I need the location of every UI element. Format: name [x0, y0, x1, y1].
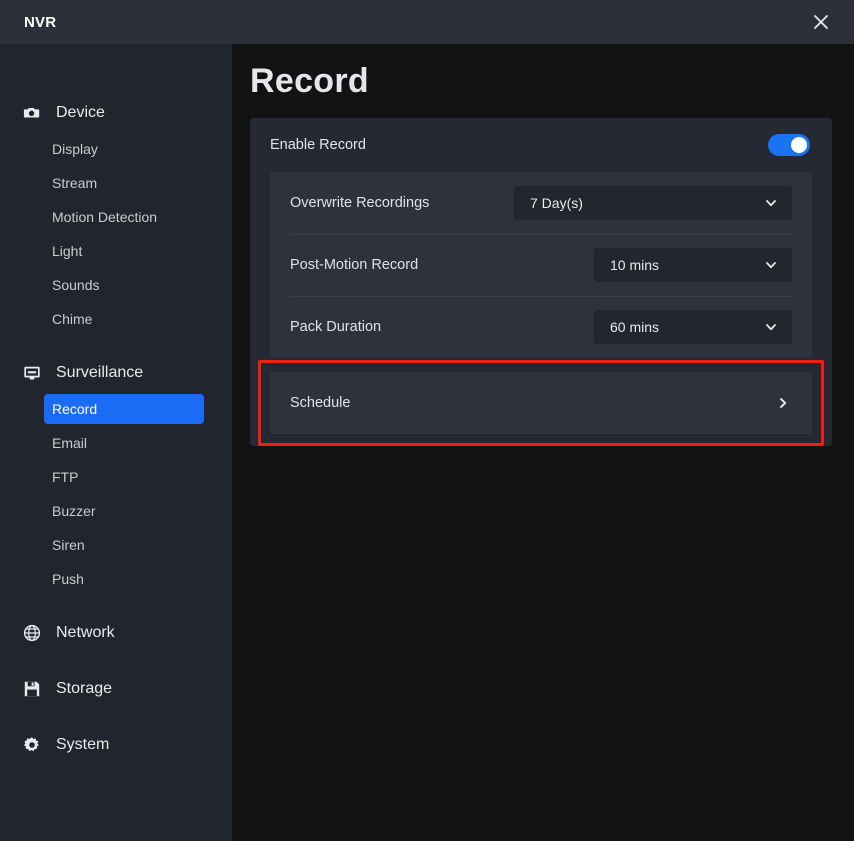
sidebar-group-label: Storage	[56, 680, 113, 697]
chevron-down-icon	[764, 196, 778, 210]
overwrite-recordings-select[interactable]: 7 Day(s)	[514, 186, 792, 220]
sidebar-item-label: Stream	[52, 175, 98, 191]
close-icon	[811, 12, 831, 32]
sidebar-item-label: FTP	[52, 469, 79, 485]
sidebar-subitems-surveillance: Record Email FTP Buzzer Siren Push	[0, 394, 232, 594]
chevron-down-icon	[764, 258, 778, 272]
sidebar-item-label: Record	[52, 401, 98, 417]
sidebar-item-record[interactable]: Record	[44, 394, 204, 424]
toggle-knob	[791, 137, 807, 153]
sidebar-item-email[interactable]: Email	[44, 428, 204, 458]
sidebar-group-label: Device	[56, 104, 105, 121]
main-content: Record Enable Record Overwrite Recording…	[232, 44, 854, 841]
enable-record-label: Enable Record	[270, 137, 366, 153]
overwrite-recordings-label: Overwrite Recordings	[290, 195, 430, 211]
post-motion-record-select[interactable]: 10 mins	[594, 248, 792, 282]
sidebar-item-ftp[interactable]: FTP	[44, 462, 204, 492]
monitor-icon	[22, 363, 42, 383]
overwrite-recordings-row: Overwrite Recordings 7 Day(s)	[270, 172, 812, 234]
sidebar-item-label: Buzzer	[52, 503, 96, 519]
sidebar-item-display[interactable]: Display	[44, 134, 204, 164]
nvr-settings-window: NVR Device Display Stream Motion Detecti…	[0, 0, 854, 841]
select-value: 10 mins	[610, 257, 660, 273]
sidebar-item-light[interactable]: Light	[44, 236, 204, 266]
select-value: 60 mins	[610, 319, 660, 335]
sidebar-item-push[interactable]: Push	[44, 564, 204, 594]
sidebar-item-chime[interactable]: Chime	[44, 304, 204, 334]
enable-record-row: Enable Record	[250, 118, 832, 172]
sidebar-group-network[interactable]: Network	[0, 616, 232, 650]
sidebar-item-label: Push	[52, 571, 84, 587]
chevron-down-icon	[764, 320, 778, 334]
globe-icon	[22, 623, 42, 643]
sidebar-item-siren[interactable]: Siren	[44, 530, 204, 560]
sidebar-item-motion-detection[interactable]: Motion Detection	[44, 202, 204, 232]
sidebar-item-label: Email	[52, 435, 88, 451]
sidebar-group-label: Network	[56, 624, 115, 641]
window-title: NVR	[24, 13, 57, 31]
schedule-section: Schedule	[258, 360, 824, 446]
sidebar-item-label: Siren	[52, 537, 85, 553]
settings-group: Overwrite Recordings 7 Day(s) Post-Motio…	[270, 172, 812, 358]
sidebar-group-storage[interactable]: Storage	[0, 672, 232, 706]
sidebar-group-surveillance[interactable]: Surveillance	[0, 356, 232, 390]
sidebar-item-buzzer[interactable]: Buzzer	[44, 496, 204, 526]
post-motion-record-row: Post-Motion Record 10 mins	[270, 234, 812, 296]
select-value: 7 Day(s)	[530, 195, 583, 211]
sidebar-group-device[interactable]: Device	[0, 96, 232, 130]
schedule-label: Schedule	[290, 395, 351, 411]
sidebar-item-label: Light	[52, 243, 83, 259]
floppy-disk-icon	[22, 679, 42, 699]
gear-icon	[22, 735, 42, 755]
enable-record-toggle[interactable]	[768, 134, 810, 156]
schedule-row[interactable]: Schedule	[270, 372, 812, 434]
chevron-right-icon	[776, 396, 790, 410]
sidebar: Device Display Stream Motion Detection L…	[0, 44, 232, 841]
title-bar: NVR	[0, 0, 854, 44]
post-motion-record-label: Post-Motion Record	[290, 257, 419, 273]
sidebar-item-label: Display	[52, 141, 98, 157]
sidebar-subitems-device: Display Stream Motion Detection Light So…	[0, 134, 232, 334]
sidebar-group-system[interactable]: System	[0, 728, 232, 762]
sidebar-item-stream[interactable]: Stream	[44, 168, 204, 198]
sidebar-group-label: Surveillance	[56, 364, 144, 381]
sidebar-item-label: Sounds	[52, 277, 100, 293]
pack-duration-row: Pack Duration 60 mins	[270, 296, 812, 358]
sidebar-group-label: System	[56, 736, 110, 753]
sidebar-item-sounds[interactable]: Sounds	[44, 270, 204, 300]
sidebar-item-label: Chime	[52, 311, 93, 327]
pack-duration-label: Pack Duration	[290, 319, 382, 335]
record-settings-card: Enable Record Overwrite Recordings 7 Day…	[250, 118, 832, 446]
page-title: Record	[250, 62, 369, 100]
sidebar-item-label: Motion Detection	[52, 209, 158, 225]
pack-duration-select[interactable]: 60 mins	[594, 310, 792, 344]
camera-icon	[22, 103, 42, 123]
close-button[interactable]	[806, 7, 836, 37]
